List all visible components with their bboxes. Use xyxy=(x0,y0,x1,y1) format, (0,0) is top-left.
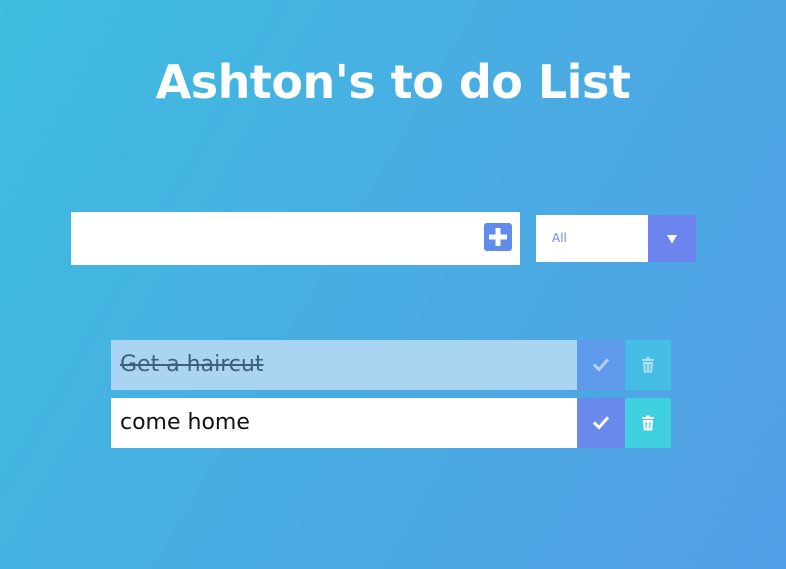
todo-text: Get a haircut xyxy=(111,340,577,390)
check-icon xyxy=(593,416,609,430)
todo-item: Get a haircut xyxy=(111,340,671,390)
delete-button[interactable] xyxy=(625,398,671,448)
check-icon xyxy=(593,358,609,372)
trash-icon xyxy=(642,357,654,373)
todo-form xyxy=(71,212,520,265)
trash-icon xyxy=(642,415,654,431)
complete-button[interactable] xyxy=(577,340,625,390)
delete-button[interactable] xyxy=(625,340,671,390)
filter-selected-value: All xyxy=(552,231,567,245)
page-title: Ashton's to do List xyxy=(155,54,631,109)
filter-select[interactable]: All xyxy=(536,215,696,262)
plus-square-icon xyxy=(489,228,507,246)
add-todo-button[interactable] xyxy=(484,223,512,251)
complete-button[interactable] xyxy=(577,398,625,448)
filter-dropdown-button[interactable] xyxy=(648,215,696,262)
caret-down-icon xyxy=(667,234,677,243)
todo-item: come home xyxy=(111,398,671,448)
todo-text: come home xyxy=(111,398,577,448)
todo-input[interactable] xyxy=(71,212,471,265)
